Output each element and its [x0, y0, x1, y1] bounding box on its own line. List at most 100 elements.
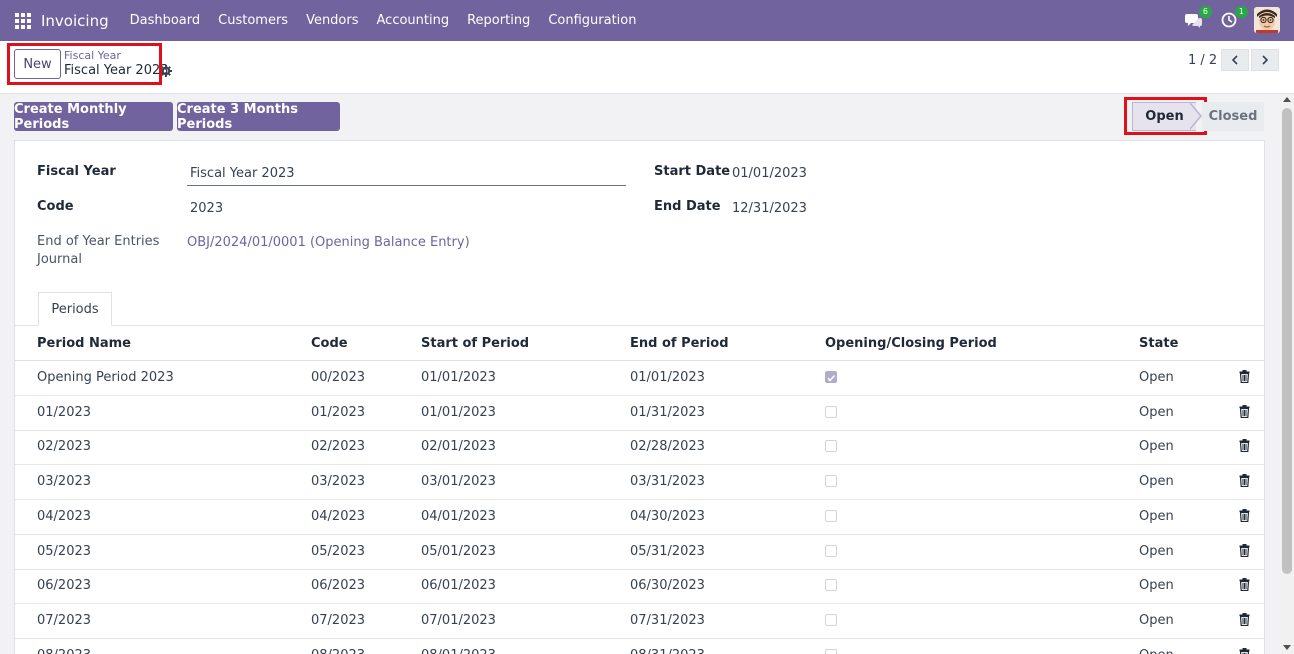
- header-code[interactable]: Code: [311, 336, 348, 351]
- menu-configuration[interactable]: Configuration: [539, 13, 645, 28]
- cell-end-of-period: 01/01/2023: [630, 370, 705, 385]
- messages-icon[interactable]: 6: [1182, 6, 1212, 31]
- scroll-up-arrow-icon[interactable]: [1283, 97, 1291, 102]
- table-row[interactable]: 03/2023 03/2023 03/01/2023 03/31/2023 Open: [15, 465, 1264, 501]
- journal-label-line1: End of Year Entries: [37, 234, 160, 249]
- trash-icon[interactable]: [1239, 370, 1251, 384]
- form-sheet: Fiscal Year Fiscal Year 2023 Code 2023 E…: [14, 140, 1265, 654]
- tab-divider: [15, 325, 1264, 326]
- menu-customers[interactable]: Customers: [209, 13, 297, 28]
- menu-dashboard[interactable]: Dashboard: [121, 13, 210, 28]
- create-3-months-periods-button[interactable]: Create 3 Months Periods: [177, 102, 340, 132]
- code-value[interactable]: 2023: [190, 201, 223, 216]
- cell-period-name: 08/2023: [37, 648, 91, 654]
- cell-state: Open: [1139, 370, 1174, 385]
- gear-icon[interactable]: [160, 65, 174, 79]
- end-date-label: End Date: [654, 199, 721, 214]
- menu-reporting[interactable]: Reporting: [458, 13, 539, 28]
- cell-end-of-period: 04/30/2023: [630, 508, 705, 524]
- opening-closing-checkbox[interactable]: [825, 579, 837, 592]
- activities-clock-icon[interactable]: 1: [1218, 6, 1248, 31]
- trash-icon[interactable]: [1239, 439, 1251, 453]
- user-avatar[interactable]: [1254, 7, 1280, 33]
- trash-icon[interactable]: [1239, 543, 1251, 558]
- table-row[interactable]: 06/2023 06/2023 06/01/2023 06/30/2023 Open: [15, 569, 1264, 605]
- breadcrumb-current: Fiscal Year 2023: [64, 63, 169, 78]
- menu-vendors[interactable]: Vendors: [297, 13, 367, 28]
- table-row[interactable]: 08/2023 08/2023 08/01/2023 08/31/2023 Open: [15, 639, 1264, 654]
- trash-icon[interactable]: [1239, 474, 1251, 488]
- cell-start-of-period: 03/01/2023: [421, 474, 496, 490]
- new-button[interactable]: New: [14, 49, 61, 79]
- header-opening-closing-period[interactable]: Opening/Closing Period: [825, 336, 997, 351]
- cell-code: 06/2023: [311, 578, 366, 594]
- cell-start-of-period: 01/01/2023: [421, 370, 496, 385]
- cell-end-of-period: 08/31/2023: [630, 648, 705, 654]
- status-arrow-inner: [1189, 103, 1200, 129]
- opening-closing-checkbox[interactable]: [825, 648, 837, 654]
- header-period-name[interactable]: Period Name: [37, 336, 131, 351]
- start-date-label: Start Date: [654, 164, 731, 179]
- opening-closing-checkbox[interactable]: [825, 405, 837, 418]
- tab-periods[interactable]: Periods: [38, 292, 112, 326]
- pager-next-button[interactable]: [1251, 49, 1279, 71]
- trash-icon[interactable]: [1239, 647, 1251, 654]
- opening-closing-checkbox[interactable]: [825, 371, 837, 383]
- end-date-value[interactable]: 12/31/2023: [732, 201, 807, 216]
- cell-start-of-period: 02/01/2023: [421, 439, 496, 455]
- table-row[interactable]: 02/2023 02/2023 02/01/2023 02/28/2023 Open: [15, 430, 1264, 466]
- cell-period-name: 06/2023: [37, 578, 92, 594]
- cell-period-name: 05/2023: [37, 543, 92, 559]
- table-row[interactable]: Opening Period 2023 00/2023 01/01/2023 01/0…: [15, 361, 1264, 396]
- cell-start-of-period: 01/01/2023: [421, 404, 496, 420]
- status-closed[interactable]: Closed: [1202, 102, 1264, 131]
- cell-period-name: 02/2023: [37, 439, 92, 455]
- cell-start-of-period: 06/01/2023: [421, 578, 496, 594]
- menu-accounting[interactable]: Accounting: [368, 13, 459, 28]
- trash-icon[interactable]: [1239, 578, 1251, 592]
- table-row[interactable]: 04/2023 04/2023 04/01/2023 04/30/2023 Open: [15, 500, 1264, 535]
- cell-end-of-period: 02/28/2023: [630, 439, 705, 455]
- trash-icon[interactable]: [1239, 508, 1251, 523]
- messages-count-badge: 6: [1198, 6, 1212, 18]
- activities-count-badge: 1: [1234, 6, 1248, 18]
- create-monthly-periods-button[interactable]: Create Monthly Periods: [14, 102, 173, 132]
- pager-previous-button[interactable]: [1221, 49, 1249, 71]
- breadcrumb-parent-link[interactable]: Fiscal Year: [64, 49, 121, 62]
- apps-menu-icon[interactable]: [15, 12, 31, 29]
- cell-code: 08/2023: [311, 648, 365, 654]
- chevron-right-icon: [1262, 55, 1269, 65]
- header-start-of-period[interactable]: Start of Period: [421, 336, 529, 351]
- table-row[interactable]: 05/2023 05/2023 05/01/2023 05/31/2023 Open: [15, 535, 1264, 570]
- cell-period-name: 01/2023: [37, 404, 92, 420]
- page-scrollbar[interactable]: [1280, 94, 1294, 654]
- cell-code: 07/2023: [311, 612, 366, 628]
- chevron-left-icon: [1231, 55, 1238, 65]
- opening-closing-checkbox[interactable]: [825, 440, 837, 453]
- scroll-thumb[interactable]: [1282, 108, 1292, 574]
- cell-period-name: 04/2023: [37, 508, 92, 524]
- header-end-of-period[interactable]: End of Period: [630, 336, 729, 351]
- pager-value[interactable]: 1 / 2: [1188, 53, 1217, 68]
- cell-start-of-period: 07/01/2023: [421, 612, 496, 628]
- trash-icon[interactable]: [1239, 404, 1251, 419]
- status-open[interactable]: Open: [1132, 102, 1196, 131]
- opening-closing-checkbox[interactable]: [825, 613, 837, 626]
- cell-period-name: 03/2023: [37, 474, 92, 490]
- opening-closing-checkbox[interactable]: [825, 509, 837, 522]
- table-row[interactable]: 07/2023 07/2023 07/01/2023 07/31/2023 Open: [15, 604, 1264, 639]
- table-row[interactable]: 01/2023 01/2023 01/01/2023 01/31/2023 Open: [15, 396, 1264, 431]
- cell-end-of-period: 05/31/2023: [630, 543, 705, 559]
- cell-state: Open: [1139, 474, 1174, 490]
- header-state[interactable]: State: [1139, 336, 1178, 351]
- fiscal-year-input[interactable]: Fiscal Year 2023: [187, 163, 626, 186]
- trash-icon[interactable]: [1239, 612, 1251, 627]
- scroll-down-arrow-icon[interactable]: [1283, 645, 1291, 650]
- app-name[interactable]: Invoicing: [41, 12, 109, 30]
- journal-entry-link[interactable]: OBJ/2024/01/0001 (Opening Balance Entry): [187, 235, 470, 250]
- opening-closing-checkbox[interactable]: [825, 475, 837, 488]
- journal-label-line2: Journal: [37, 252, 82, 267]
- code-label: Code: [37, 199, 74, 214]
- start-date-value[interactable]: 01/01/2023: [732, 166, 807, 181]
- opening-closing-checkbox[interactable]: [825, 544, 837, 557]
